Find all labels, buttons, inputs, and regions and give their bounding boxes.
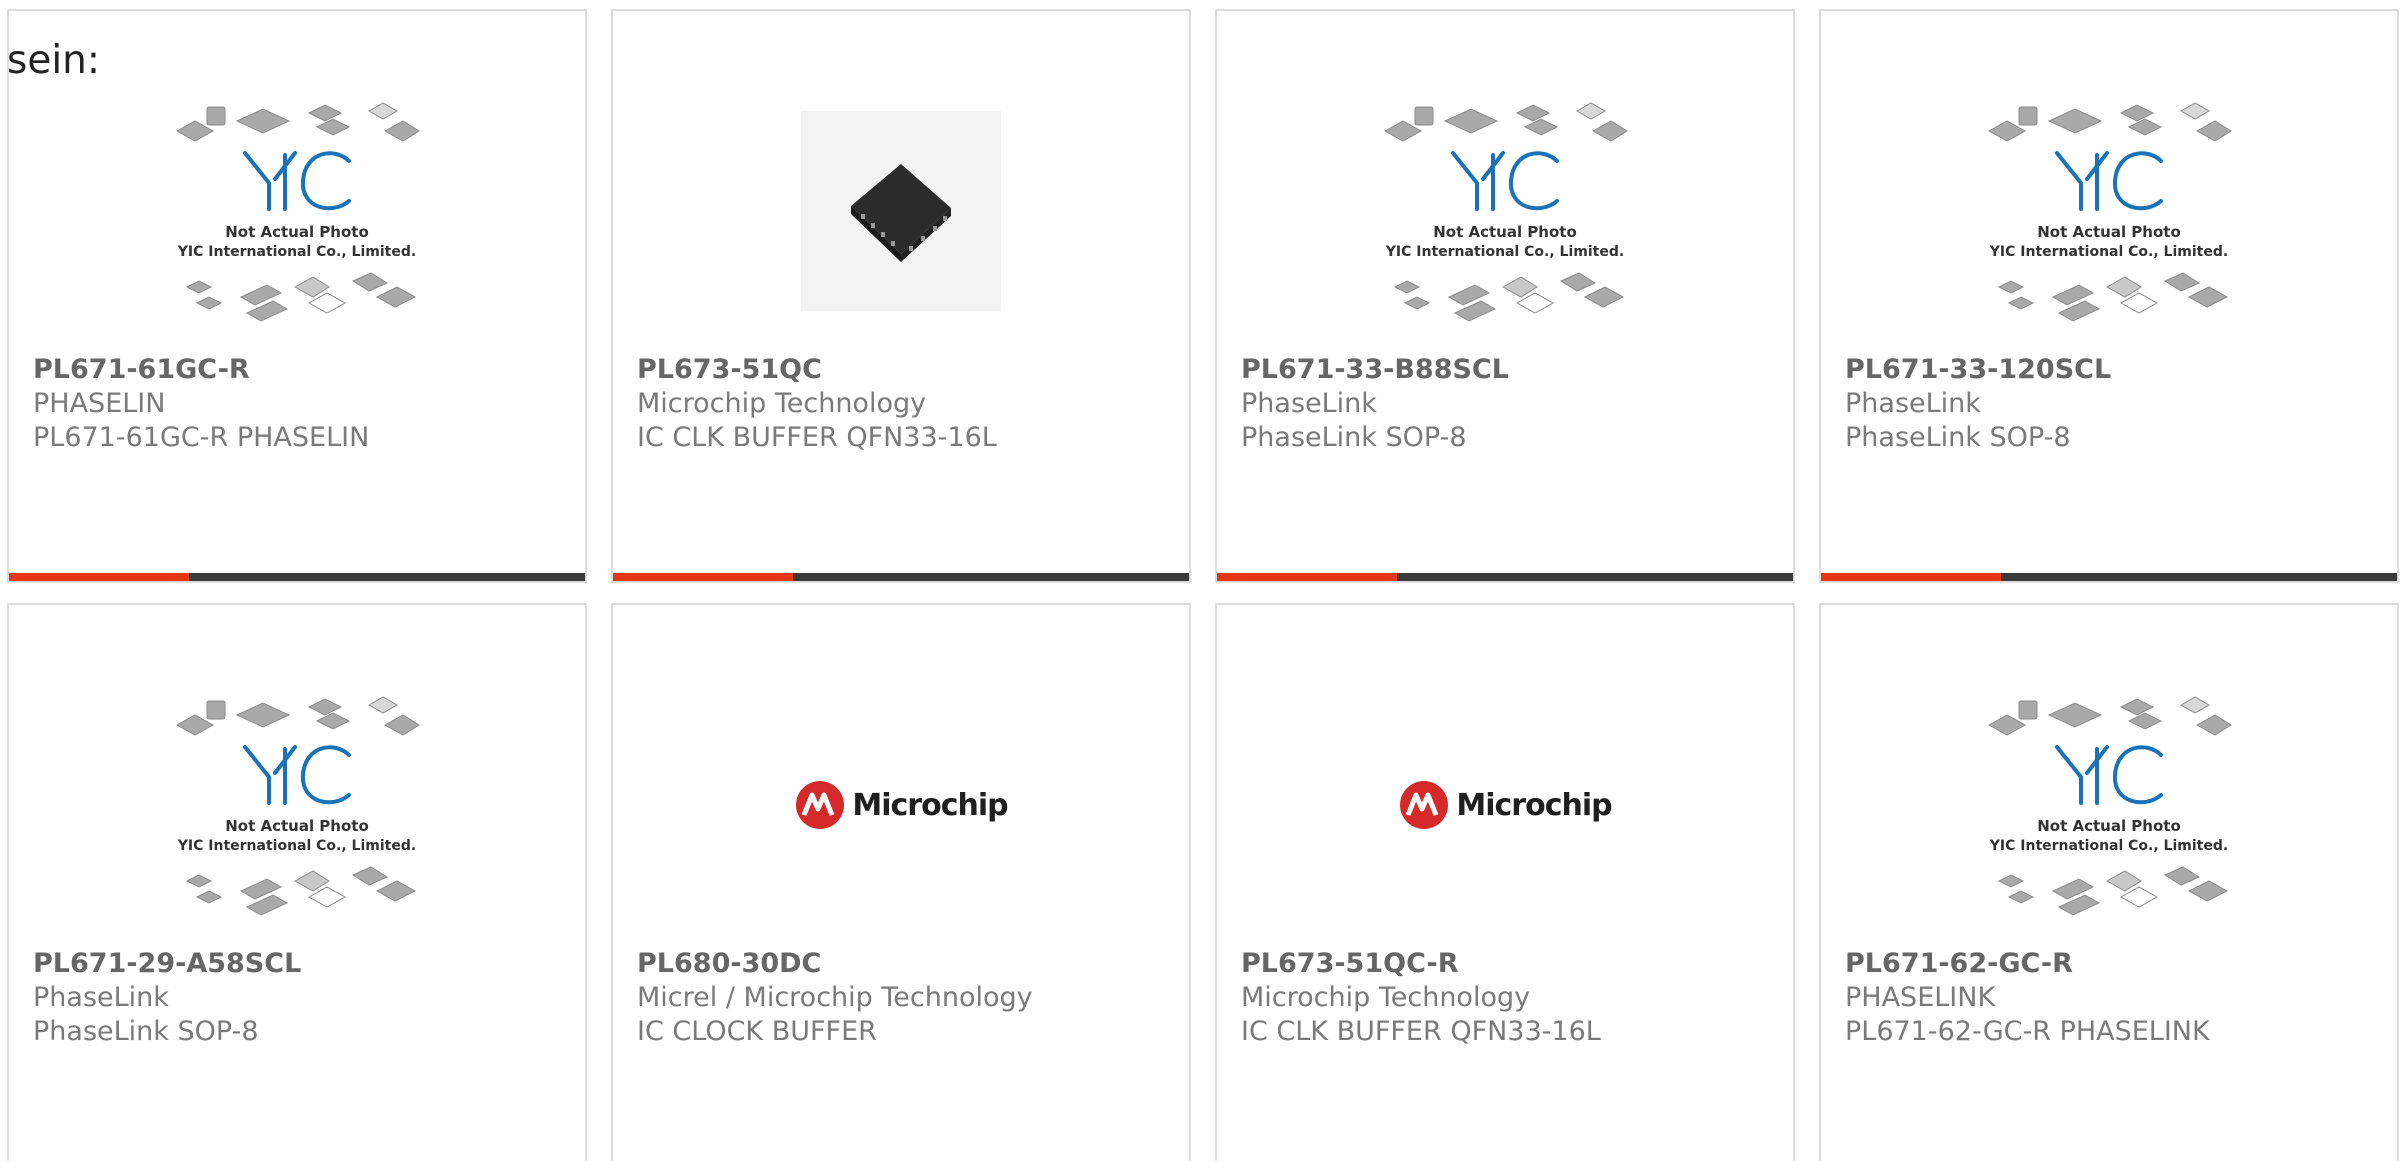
part-number-link[interactable]: PL671-33-B88SCL — [1241, 353, 1783, 387]
placeholder-line2: YIC International Co., Limited. — [1989, 244, 2228, 260]
microchip-logo: Microchip — [794, 779, 1009, 831]
product-info: PL680-30DC Micrel / Microchip Technology I… — [637, 947, 1179, 1049]
product-image[interactable]: Microchip — [613, 665, 1189, 945]
card-bottom-bar — [1217, 573, 1793, 581]
yic-placeholder-image: Not Actual Photo YIC International Co., … — [175, 102, 420, 322]
placeholder-line2: YIC International Co., Limited. — [177, 244, 416, 260]
placeholder-line2: YIC International Co., Limited. — [1989, 838, 2228, 854]
product-image[interactable]: Microchip — [1217, 665, 1793, 945]
placeholder-line1: Not Actual Photo — [2037, 817, 2181, 835]
description: PhaseLink SOP-8 — [1845, 422, 2071, 453]
product-info: PL671-29-A58SCL PhaseLink PhaseLink SOP-8 — [33, 947, 575, 1049]
placeholder-line1: Not Actual Photo — [2037, 223, 2181, 241]
part-number-link[interactable]: PL671-61GC-R — [33, 353, 575, 387]
product-image[interactable] — [613, 71, 1189, 351]
yic-placeholder-image: Not Actual Photo YIC International Co., … — [175, 696, 420, 916]
product-image[interactable]: Not Actual Photo YIC International Co., … — [9, 71, 585, 351]
manufacturer: PhaseLink — [33, 982, 169, 1013]
microchip-logo-text: Microchip — [1456, 787, 1612, 823]
part-number-link[interactable]: PL671-29-A58SCL — [33, 947, 575, 981]
description: PhaseLink SOP-8 — [33, 1016, 259, 1047]
part-number-link[interactable]: PL671-62-GC-R — [1845, 947, 2387, 981]
part-number-link[interactable]: PL671-33-120SCL — [1845, 353, 2387, 387]
microchip-logo-icon — [1400, 781, 1449, 829]
product-image[interactable]: Not Actual Photo YIC International Co., … — [1217, 71, 1793, 351]
product-info: PL671-33-B88SCL PhaseLink PhaseLink SOP-8 — [1241, 353, 1783, 455]
placeholder-line1: Not Actual Photo — [1433, 223, 1577, 241]
card-bar-accent — [613, 573, 793, 581]
product-image[interactable]: Not Actual Photo YIC International Co., … — [1821, 665, 2397, 945]
product-card[interactable]: Microchip PL680-30DC Micrel / Microchip T… — [611, 603, 1191, 1161]
product-grid: Not Actual Photo YIC International Co., … — [7, 9, 2400, 1161]
product-info: PL673-51QC Microchip Technology IC CLK BUF… — [637, 353, 1179, 455]
manufacturer: Microchip Technology — [637, 388, 927, 419]
product-info: PL671-62-GC-R PHASELINK PL671-62-GC-R PHAS… — [1845, 947, 2387, 1049]
page: sein: Not Actual Photo YIC International… — [0, 0, 2400, 1161]
product-info: PL671-61GC-R PHASELIN PL671-61GC-R PHASELI… — [33, 353, 575, 455]
product-card[interactable]: Not Actual Photo YIC International Co., … — [7, 9, 587, 583]
product-image[interactable]: Not Actual Photo YIC International Co., … — [9, 665, 585, 945]
intro-text: sein: — [7, 38, 101, 83]
yic-placeholder-image: Not Actual Photo YIC International Co., … — [1987, 102, 2232, 322]
part-number-link[interactable]: PL673-51QC-R — [1241, 947, 1783, 981]
product-info: PL673-51QC-R Microchip Technology IC CLK B… — [1241, 947, 1783, 1049]
microchip-logo-text: Microchip — [852, 787, 1008, 823]
manufacturer: PHASELIN — [33, 388, 166, 419]
product-card[interactable]: Microchip PL673-51QC-R Microchip Technolo… — [1215, 603, 1795, 1161]
placeholder-line2: YIC International Co., Limited. — [177, 838, 416, 854]
part-number-link[interactable]: PL673-51QC — [637, 353, 1179, 387]
product-image[interactable]: Not Actual Photo YIC International Co., … — [1821, 71, 2397, 351]
part-number-link[interactable]: PL680-30DC — [637, 947, 1179, 981]
description: IC CLK BUFFER QFN33-16L — [637, 422, 997, 453]
description: PL671-62-GC-R PHASELINK — [1845, 1016, 2210, 1047]
qfn-chip-icon — [851, 164, 951, 262]
manufacturer: Microchip Technology — [1241, 982, 1531, 1013]
card-bottom-bar — [9, 573, 585, 581]
manufacturer: Micrel / Microchip Technology — [637, 982, 1033, 1013]
product-card[interactable]: Not Actual Photo YIC International Co., … — [1819, 9, 2399, 583]
card-bar-accent — [1217, 573, 1397, 581]
card-bar-accent — [1821, 573, 2001, 581]
description: PhaseLink SOP-8 — [1241, 422, 1467, 453]
card-bottom-bar — [1821, 573, 2397, 581]
microchip-logo-icon — [796, 781, 845, 829]
product-card[interactable]: Not Actual Photo YIC International Co., … — [1215, 9, 1795, 583]
manufacturer: PhaseLink — [1241, 388, 1377, 419]
placeholder-line1: Not Actual Photo — [225, 817, 369, 835]
description: PL671-61GC-R PHASELIN — [33, 422, 370, 453]
description: IC CLOCK BUFFER — [637, 1016, 877, 1047]
product-card[interactable]: PL673-51QC Microchip Technology IC CLK BUF… — [611, 9, 1191, 583]
product-card[interactable]: Not Actual Photo YIC International Co., … — [7, 603, 587, 1161]
manufacturer: PhaseLink — [1845, 388, 1981, 419]
card-bottom-bar — [613, 573, 1189, 581]
microchip-logo: Microchip — [1398, 779, 1613, 831]
manufacturer: PHASELINK — [1845, 982, 1996, 1013]
card-bar-accent — [9, 573, 189, 581]
yic-placeholder-image: Not Actual Photo YIC International Co., … — [1383, 102, 1628, 322]
product-info: PL671-33-120SCL PhaseLink PhaseLink SOP-8 — [1845, 353, 2387, 455]
placeholder-line1: Not Actual Photo — [225, 223, 369, 241]
placeholder-line2: YIC International Co., Limited. — [1385, 244, 1624, 260]
product-card[interactable]: Not Actual Photo YIC International Co., … — [1819, 603, 2399, 1161]
yic-placeholder-image: Not Actual Photo YIC International Co., … — [1987, 696, 2232, 916]
chip-photo — [801, 111, 1001, 311]
description: IC CLK BUFFER QFN33-16L — [1241, 1016, 1601, 1047]
